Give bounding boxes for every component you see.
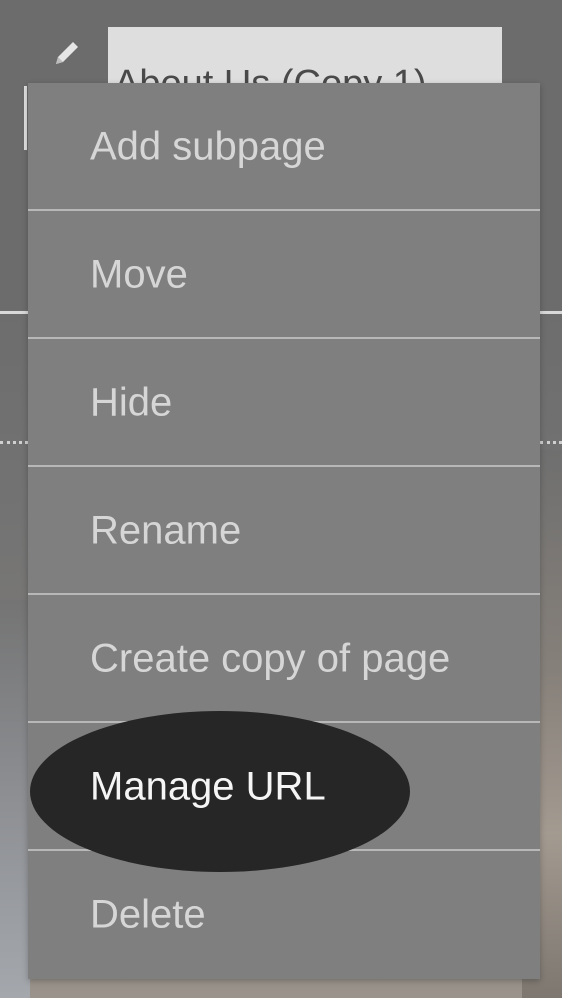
divider-left [0, 311, 28, 314]
menu-item-label: Create copy of page [90, 636, 451, 680]
dotted-divider-right [540, 441, 562, 444]
menu-item-create-copy[interactable]: Create copy of page [28, 595, 540, 722]
menu-item-label: Manage URL [90, 764, 326, 808]
menu-item-label: Delete [90, 892, 206, 936]
menu-item-label: Hide [90, 380, 173, 424]
dotted-divider-left [0, 441, 28, 444]
background-photo-left [0, 600, 30, 998]
menu-item-manage-url[interactable]: Manage URL [28, 723, 540, 850]
divider-right [540, 311, 562, 314]
menu-item-delete[interactable]: Delete [28, 851, 540, 978]
focus-indicator [24, 86, 27, 150]
menu-item-hide[interactable]: Hide [28, 339, 540, 466]
page-title-field[interactable]: About Us (Copy 1) [108, 27, 502, 83]
page-title-text: About Us (Copy 1) [114, 63, 427, 83]
menu-item-label: Move [90, 252, 188, 296]
pencil-icon[interactable] [50, 36, 84, 70]
menu-item-label: Rename [90, 508, 242, 552]
menu-item-rename[interactable]: Rename [28, 467, 540, 594]
menu-item-move[interactable]: Move [28, 211, 540, 338]
menu-item-add-subpage[interactable]: Add subpage [28, 83, 540, 210]
menu-item-label: Add subpage [90, 124, 326, 168]
